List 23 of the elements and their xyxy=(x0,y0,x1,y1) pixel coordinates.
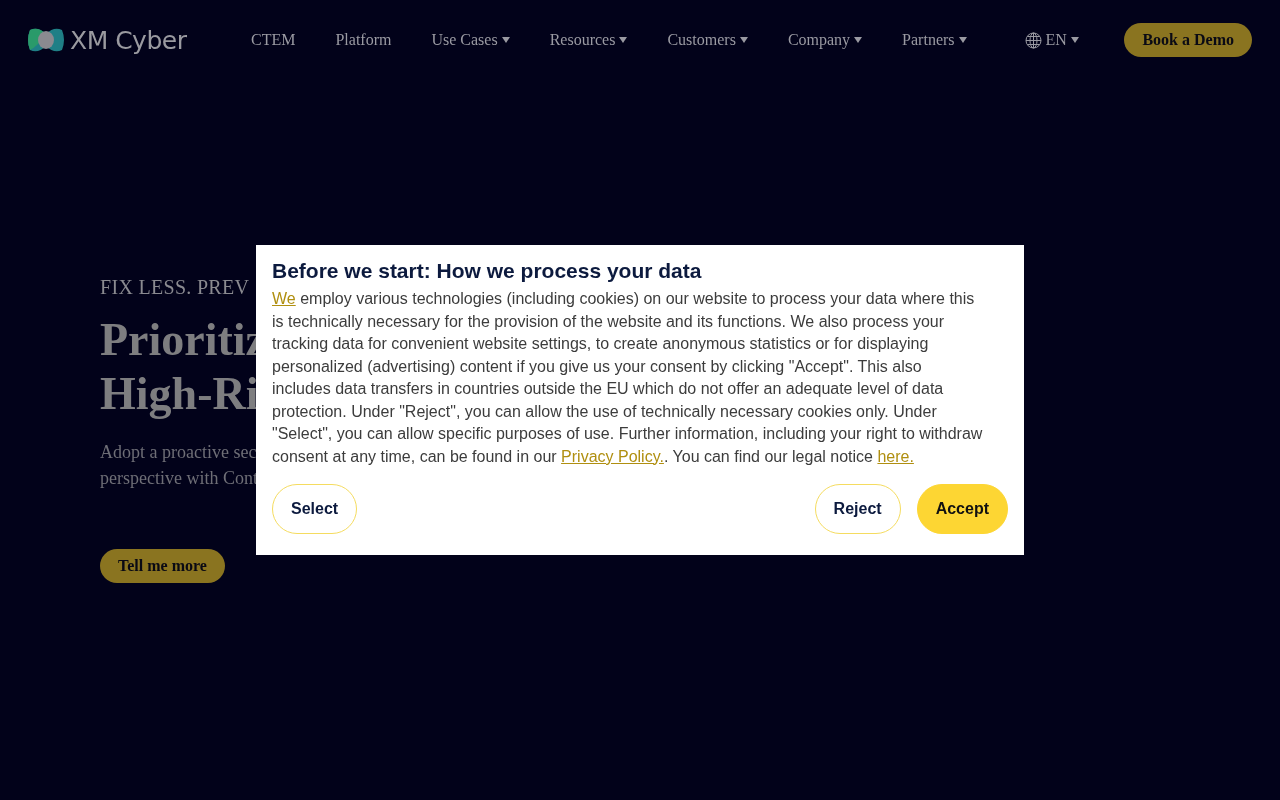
dialog-title: Before we start: How we process your data xyxy=(272,259,703,283)
language-selector[interactable]: EN xyxy=(1045,31,1067,49)
consent-button[interactable]: Reject xyxy=(814,484,901,534)
headline: Prioritiz xyxy=(100,313,266,367)
hero-description: Adopt a proactive sec xyxy=(100,441,257,464)
nav-link[interactable]: Resources xyxy=(549,31,616,49)
headline: High-Ri xyxy=(100,367,259,421)
tell-me-more-button[interactable]: Tell me more xyxy=(100,549,225,583)
logo-text: XM Cyber xyxy=(70,25,187,55)
caret-icon xyxy=(1070,37,1079,43)
book-demo-button[interactable]: Book a Demo xyxy=(1124,23,1252,57)
nav-link[interactable]: Platform xyxy=(335,31,392,49)
eyebrow-text: FIX LESS. PREV xyxy=(100,276,250,299)
nav-link[interactable]: Partners xyxy=(902,31,955,49)
consent-button[interactable]: Select xyxy=(272,484,358,534)
nav-link[interactable]: Company xyxy=(787,31,851,49)
consent-button[interactable]: Accept xyxy=(916,484,1008,534)
nav-link[interactable]: CTEM xyxy=(251,31,296,49)
consent-text: We employ various technologies (including cookies) on our website to process your data where this is technically necessary for the provision of the website and its functions. We also process your tracking data for convenient website settings, to create anonymous statistics or for displaying personalized (advertising) content if you give us your consent by clicking "Accept". This also includes data transfers in countries outside the EU which do not offer an adequate level of data protection. Under "Reject", you can allow the use of technically necessary cookies only. Under "Select", you can allow specific purposes of use. Further information, including your right to withdraw consent at any time, can be found in our Privacy Policy.. You can find our legal notice here. xyxy=(272,289,983,467)
nav-link[interactable]: Use Cases xyxy=(431,31,498,49)
globe-icon[interactable] xyxy=(1024,31,1042,49)
nav-link[interactable]: Customers xyxy=(667,31,736,49)
hero-description: perspective with Cont xyxy=(100,467,258,490)
